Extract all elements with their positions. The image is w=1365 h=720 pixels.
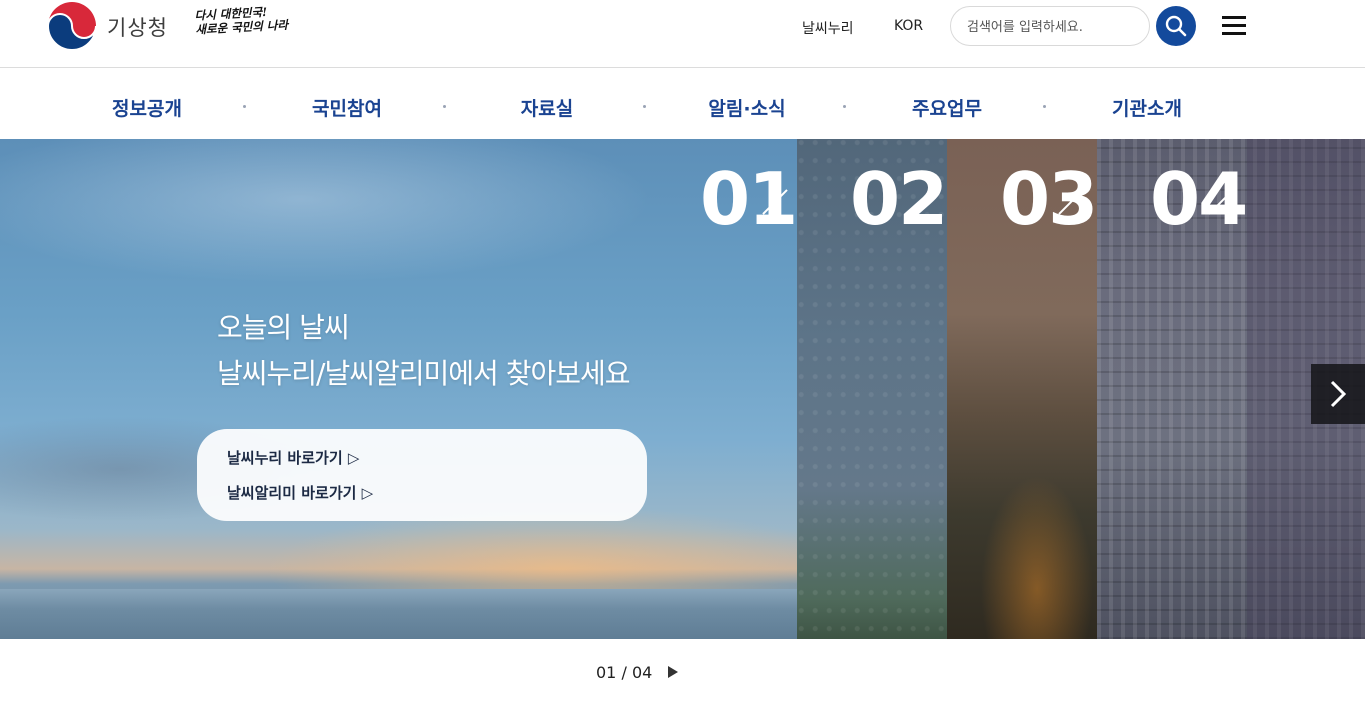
hamburger-menu-button[interactable] xyxy=(1222,14,1248,38)
hero-title-line2: 날씨누리/날씨알리미에서 찾아보세요 xyxy=(217,357,630,390)
slider-next-button[interactable] xyxy=(1311,364,1365,424)
total-slides: 04 xyxy=(631,663,653,682)
chevron-right-icon xyxy=(1330,380,1347,408)
slide-number-1: 01 xyxy=(700,157,797,241)
slider-play-button[interactable] xyxy=(666,664,680,680)
util-link-language[interactable]: KOR xyxy=(894,18,923,34)
slide-panel-3[interactable]: 03 xyxy=(947,139,1097,639)
nav-item-archive[interactable]: 자료실 xyxy=(487,94,607,121)
site-logo[interactable]: 기상청 다시 대한민국! 새로운 국민의 나라 xyxy=(45,0,305,52)
nav-divider xyxy=(1043,105,1046,108)
top-header: 기상청 다시 대한민국! 새로운 국민의 나라 날씨누리 KOR xyxy=(0,0,1365,68)
slide-number-2: 02 xyxy=(850,157,947,241)
slide-number-3: 03 xyxy=(1000,157,1097,241)
nav-item-about[interactable]: 기관소개 xyxy=(1087,94,1207,121)
slide-panel-2[interactable]: 02 xyxy=(797,139,947,639)
hamburger-icon xyxy=(1222,16,1246,19)
search-input[interactable] xyxy=(967,17,1142,37)
nav-divider xyxy=(243,105,246,108)
main-visual-slider: 01 오늘의 날씨 날씨누리/날씨알리미에서 찾아보세요 날씨누리 바로가기 ▷… xyxy=(0,139,1365,639)
nav-item-info-disclosure[interactable]: 정보공개 xyxy=(87,94,207,121)
slide-panel-1[interactable]: 01 오늘의 날씨 날씨누리/날씨알리미에서 찾아보세요 날씨누리 바로가기 ▷… xyxy=(0,139,797,639)
main-navigation: 정보공개 국민참여 자료실 알림·소식 주요업무 기관소개 xyxy=(0,69,1365,139)
hero-link-box: 날씨누리 바로가기 ▷ 날씨알리미 바로가기 ▷ xyxy=(197,429,647,521)
hamburger-icon-line xyxy=(1222,24,1246,27)
hamburger-icon-line xyxy=(1222,32,1246,35)
nav-divider xyxy=(843,105,846,108)
search-button[interactable] xyxy=(1156,6,1196,46)
taegeuk-emblem-icon xyxy=(47,1,97,51)
nav-divider xyxy=(643,105,646,108)
nav-divider xyxy=(443,105,446,108)
hero-title: 오늘의 날씨 날씨누리/날씨알리미에서 찾아보세요 xyxy=(217,305,630,397)
link-nalssialrimi-shortcut[interactable]: 날씨알리미 바로가기 ▷ xyxy=(227,482,373,503)
sea-horizon xyxy=(0,589,797,639)
slide-number-4: 04 xyxy=(1150,157,1248,241)
util-link-nalssinuri[interactable]: 날씨누리 xyxy=(802,18,854,38)
search-box xyxy=(950,6,1150,46)
play-icon xyxy=(668,666,678,678)
hero-title-line1: 오늘의 날씨 xyxy=(217,311,350,344)
nav-item-main-work[interactable]: 주요업무 xyxy=(887,94,1007,121)
nav-item-participation[interactable]: 국민참여 xyxy=(287,94,407,121)
link-nalssinuri-shortcut[interactable]: 날씨누리 바로가기 ▷ xyxy=(227,447,359,468)
slide-separator: / xyxy=(621,663,627,682)
slide-counter: 01 / 04 xyxy=(596,663,652,682)
slider-pager: 01 / 04 xyxy=(0,639,1365,720)
slogan-text: 다시 대한민국! 새로운 국민의 나라 xyxy=(194,3,295,37)
nav-item-news[interactable]: 알림·소식 xyxy=(687,94,807,121)
search-icon xyxy=(1165,15,1187,37)
logo-text: 기상청 xyxy=(107,16,168,40)
current-slide: 01 xyxy=(596,663,617,682)
